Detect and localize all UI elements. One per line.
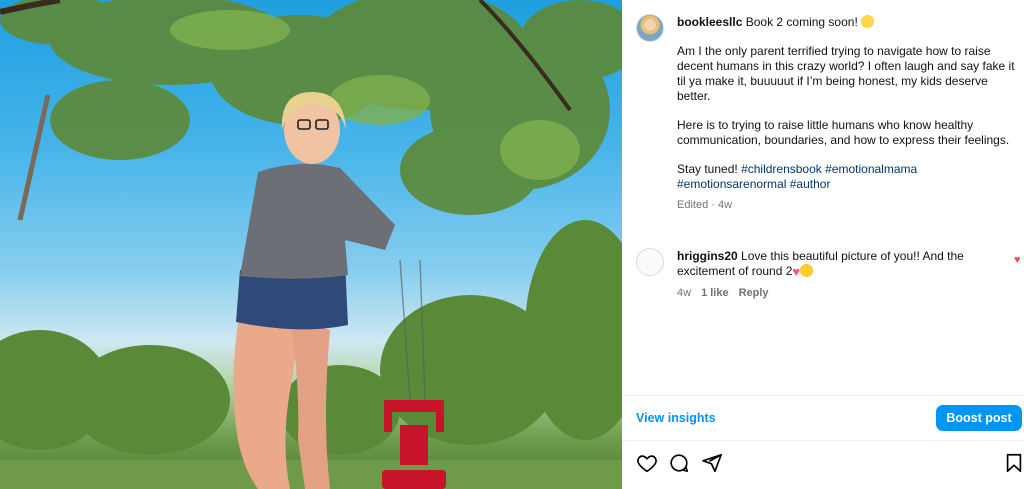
photo-scene bbox=[0, 0, 622, 489]
caption-stay-tuned: Stay tuned! bbox=[677, 162, 738, 176]
caption-paragraph-3: Stay tuned! #childrensbook #emotionalmam… bbox=[677, 162, 1017, 192]
insights-bar: View insights Boost post bbox=[622, 395, 1024, 441]
comment-age[interactable]: 4w bbox=[677, 286, 691, 301]
comment-icon[interactable] bbox=[668, 452, 690, 474]
boost-post-button[interactable]: Boost post bbox=[936, 405, 1022, 431]
hugging-face-emoji bbox=[800, 264, 814, 277]
hashtag-emotionsarenormal[interactable]: #emotionsarenormal bbox=[677, 177, 786, 191]
post-age[interactable]: 4w bbox=[718, 199, 732, 211]
caption-paragraph-2: Here is to trying to raise little humans… bbox=[677, 118, 1010, 147]
caption-meta: Edited · 4w bbox=[677, 198, 1017, 213]
author-avatar[interactable] bbox=[636, 14, 664, 42]
pink-heart-emoji: ♥ bbox=[792, 264, 801, 279]
comment-meta: 4w 1 like Reply bbox=[677, 286, 997, 301]
caption-paragraph-1: Am I the only parent terrified trying to… bbox=[677, 44, 1015, 103]
comment: hriggins20 Love this beautiful picture o… bbox=[677, 249, 997, 301]
send-icon[interactable] bbox=[701, 452, 723, 474]
post-actions bbox=[622, 452, 1024, 482]
commenter-avatar[interactable] bbox=[636, 248, 664, 276]
post-photo[interactable] bbox=[0, 0, 622, 489]
post-caption: bookleesllc Book 2 coming soon! Am I the… bbox=[677, 15, 1017, 213]
view-insights-link[interactable]: View insights bbox=[636, 411, 716, 425]
star-struck-emoji bbox=[861, 15, 875, 28]
author-username[interactable]: bookleesllc bbox=[677, 15, 742, 29]
edited-label: Edited bbox=[677, 199, 709, 211]
hashtag-author[interactable]: #author bbox=[790, 177, 831, 191]
meta-separator: · bbox=[711, 199, 715, 211]
caption-headline-text: Book 2 coming soon! bbox=[745, 15, 858, 29]
post-detail-panel: bookleesllc Book 2 coming soon! Am I the… bbox=[622, 0, 1024, 489]
heart-icon[interactable] bbox=[636, 452, 658, 474]
bookmark-icon[interactable] bbox=[1003, 452, 1024, 474]
comment-body: hriggins20 Love this beautiful picture o… bbox=[677, 249, 997, 279]
comment-likes[interactable]: 1 like bbox=[701, 286, 729, 301]
caption-headline: bookleesllc Book 2 coming soon! bbox=[677, 15, 1017, 30]
heart-filled-icon[interactable]: ♥ bbox=[1014, 255, 1024, 266]
hashtag-emotionalmama[interactable]: #emotionalmama bbox=[825, 162, 917, 176]
hashtag-childrensbook[interactable]: #childrensbook bbox=[741, 162, 822, 176]
comment-reply-button[interactable]: Reply bbox=[739, 286, 769, 301]
commenter-username[interactable]: hriggins20 bbox=[677, 249, 738, 263]
caption-area: bookleesllc Book 2 coming soon! Am I the… bbox=[622, 0, 1024, 390]
